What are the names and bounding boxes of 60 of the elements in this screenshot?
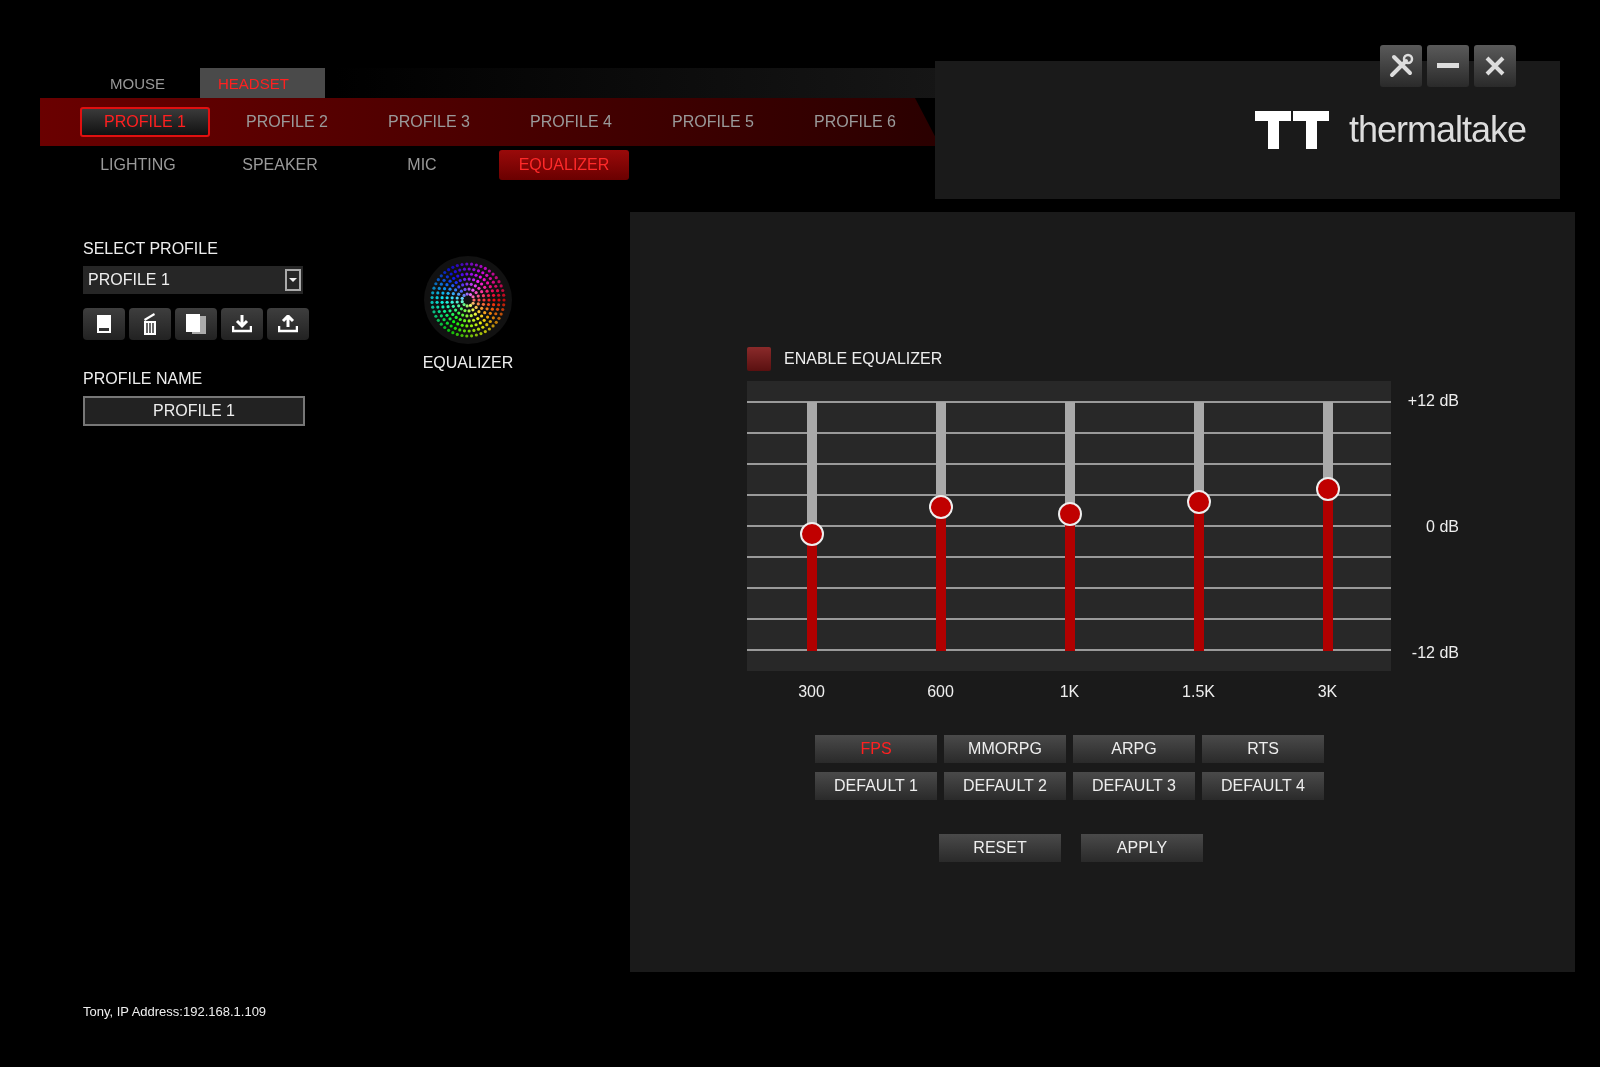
minimize-icon	[1437, 63, 1459, 69]
enable-label: ENABLE EQUALIZER	[784, 350, 943, 368]
frequency-label: 300	[797, 683, 826, 701]
frequency-label: 1.5K	[1181, 683, 1216, 701]
slider-thumb[interactable]	[1315, 477, 1340, 502]
preset-button[interactable]: ARPG	[1073, 735, 1195, 763]
select-profile-label: SELECT PROFILE	[83, 240, 219, 258]
tools-icon	[1388, 53, 1414, 79]
reset-button[interactable]: RESET	[939, 834, 1061, 862]
slider-thumb[interactable]	[1186, 489, 1211, 514]
preset-button[interactable]: DEFAULT 4	[1202, 772, 1324, 800]
profile-name-label: PROFILE NAME	[83, 370, 204, 388]
profile-name-field[interactable]: PROFILE 1	[83, 396, 305, 426]
close-icon	[1484, 55, 1506, 77]
copy-button[interactable]	[175, 308, 217, 340]
profile-tab[interactable]: PROFILE 3	[364, 107, 494, 137]
profile-dropdown[interactable]: PROFILE 1	[83, 266, 303, 294]
color-wheel-icon[interactable]	[424, 256, 512, 344]
close-button[interactable]	[1474, 45, 1516, 87]
frequency-label: 600	[926, 683, 955, 701]
db-label: 0 dB	[1425, 518, 1459, 536]
slider-thumb[interactable]	[1057, 502, 1082, 527]
frequency-label: 1K	[1058, 683, 1081, 701]
settings-button[interactable]	[1380, 45, 1422, 87]
db-label: -12 dB	[1410, 644, 1459, 662]
trash-icon	[142, 313, 158, 335]
apply-button[interactable]: APPLY	[1081, 834, 1203, 862]
import-button[interactable]	[221, 308, 263, 340]
preset-button[interactable]: DEFAULT 3	[1073, 772, 1195, 800]
profile-tab[interactable]: PROFILE 5	[648, 107, 778, 137]
device-tab[interactable]: MOUSE	[75, 68, 200, 98]
db-label: +12 dB	[1407, 392, 1459, 410]
minimize-button[interactable]	[1427, 45, 1469, 87]
slider-thumb[interactable]	[928, 494, 953, 519]
section-tab[interactable]: LIGHTING	[73, 150, 203, 180]
profile-tab[interactable]: PROFILE 1	[80, 107, 210, 137]
copy-icon	[186, 314, 206, 334]
profile-tab[interactable]: PROFILE 6	[790, 107, 920, 137]
save-button[interactable]	[83, 308, 125, 340]
section-tab[interactable]: SPEAKER	[215, 150, 345, 180]
delete-button[interactable]	[129, 308, 171, 340]
section-tab[interactable]: MIC	[357, 150, 487, 180]
caret-icon	[285, 269, 301, 291]
brand-name: thermaltake	[1348, 109, 1526, 151]
slider-thumb[interactable]	[799, 522, 824, 546]
frequency-label: 3K	[1316, 683, 1339, 701]
preset-button[interactable]: DEFAULT 1	[815, 772, 937, 800]
preset-button[interactable]: DEFAULT 2	[944, 772, 1066, 800]
mode-label: EQUALIZER	[422, 354, 514, 372]
preset-button[interactable]: RTS	[1202, 735, 1324, 763]
upload-icon	[278, 315, 298, 333]
download-icon	[232, 315, 252, 333]
logo-icon	[1254, 111, 1331, 149]
profile-tab[interactable]: PROFILE 4	[506, 107, 636, 137]
export-button[interactable]	[267, 308, 309, 340]
profile-tab[interactable]: PROFILE 2	[222, 107, 352, 137]
document-icon	[97, 315, 111, 333]
enable-checkbox[interactable]	[747, 347, 771, 371]
preset-button[interactable]: MMORPG	[944, 735, 1066, 763]
status-text: Tony, IP Address:192.168.1.109	[83, 1004, 268, 1019]
